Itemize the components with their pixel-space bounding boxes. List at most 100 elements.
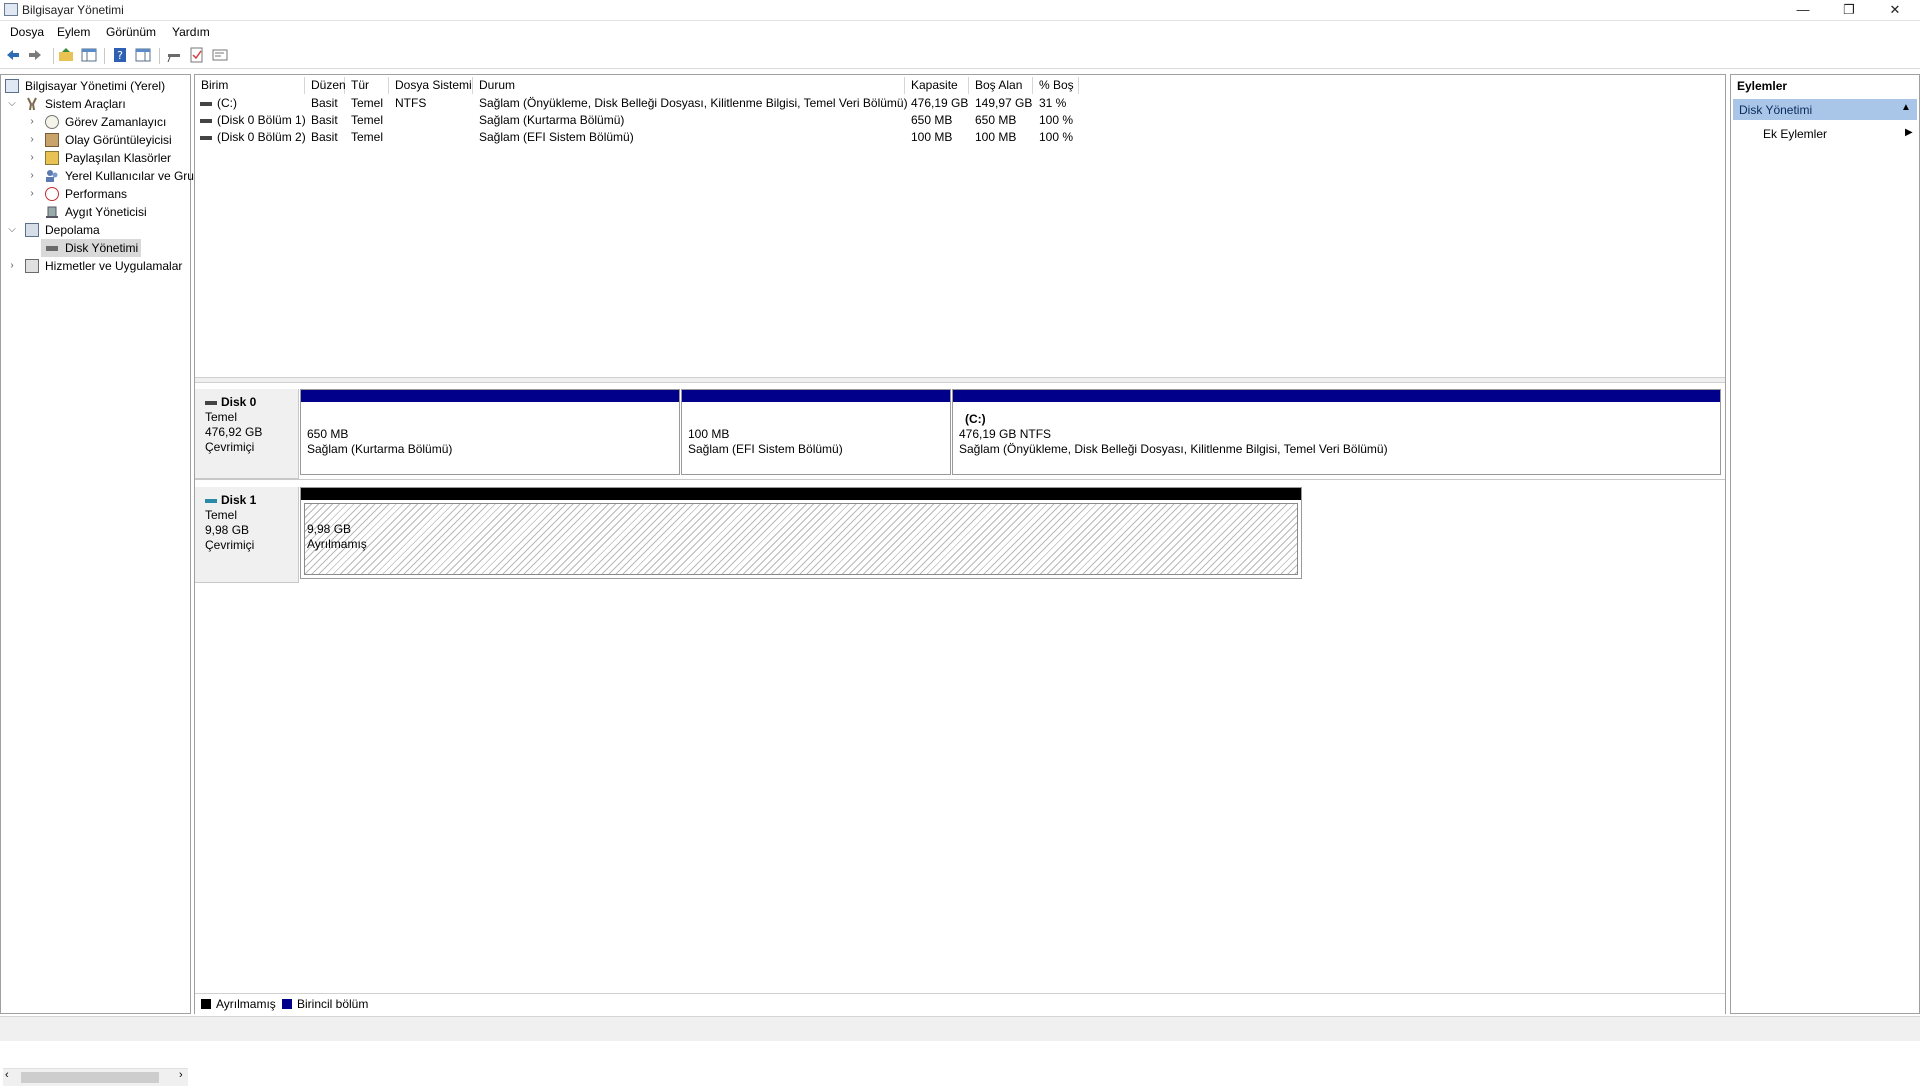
shared-folder-icon [45, 151, 59, 165]
column-header-layout[interactable]: Düzen [305, 77, 346, 94]
cell-status: Sağlam (Önyükleme, Disk Belleği Dosyası,… [479, 96, 908, 110]
tree-label: Olay Görüntüleyicisi [65, 133, 172, 147]
chevron-right-icon[interactable]: › [27, 185, 37, 203]
volume-icon [200, 129, 216, 146]
disk-state: Çevrimiçi [205, 538, 255, 552]
actions-section-disk-management[interactable]: Disk Yönetimi ▲ [1733, 99, 1917, 120]
cell-capacity: 100 MB [911, 130, 953, 144]
connect-icon[interactable] [166, 47, 182, 63]
tree-item-disk-management[interactable]: Disk Yönetimi [41, 239, 141, 257]
chevron-right-icon[interactable]: › [27, 113, 37, 131]
primary-partition-bar [953, 390, 1720, 402]
show-tree-icon[interactable] [81, 47, 97, 63]
column-header-free[interactable]: Boş Alan [969, 77, 1033, 94]
cell-free: 100 MB [975, 130, 1017, 144]
menu-eylem[interactable]: Eylem [57, 25, 90, 39]
console-icon[interactable] [212, 47, 228, 63]
cell-percent-free: 31 % [1039, 96, 1067, 110]
volume-icon [200, 95, 216, 112]
minimize-button[interactable]: — [1780, 0, 1826, 20]
cell-layout: Basit [311, 113, 338, 127]
column-header-volume[interactable]: Birim [195, 77, 305, 94]
table-row[interactable]: (Disk 0 Bölüm 1) Basit Temel Sağlam (Kur… [195, 112, 1195, 129]
partition-size: 9,98 GB [307, 522, 352, 536]
tree-label: Depolama [45, 223, 100, 237]
disk-name: Disk 1 [221, 493, 257, 507]
partition-c[interactable]: (C:) 476,19 GB NTFS Sağlam (Önyükleme, D… [952, 389, 1721, 475]
partition-efi[interactable]: 100 MB Sağlam (EFI Sistem Bölümü) [681, 389, 951, 475]
svg-text:?: ? [117, 49, 123, 62]
tree-horizontal-scrollbar[interactable]: ‹ › [3, 1068, 188, 1086]
tree-label: Aygıt Yöneticisi [65, 205, 147, 219]
back-arrow-icon[interactable] [5, 47, 21, 63]
title-bar: Bilgisayar Yönetimi — ❐ ✕ [0, 0, 1920, 21]
partition-status: Sağlam (EFI Sistem Bölümü) [688, 442, 843, 456]
partition-size: 100 MB [688, 427, 730, 441]
tree-label: Paylaşılan Klasörler [65, 151, 172, 165]
menu-yardim[interactable]: Yardım [172, 25, 210, 39]
cell-status: Sağlam (EFI Sistem Bölümü) [479, 130, 634, 144]
scrollbar-thumb[interactable] [21, 1072, 159, 1083]
performance-icon [45, 187, 59, 201]
partition-recovery[interactable]: 650 MB Sağlam (Kurtarma Bölümü) [300, 389, 680, 475]
computer-management-icon [5, 79, 19, 93]
submenu-arrow-icon[interactable]: ▶ [1905, 127, 1913, 138]
legend-unallocated-label: Ayrılmamış [216, 997, 276, 1011]
event-log-icon [45, 133, 59, 147]
column-header-type[interactable]: Tür [345, 77, 389, 94]
table-row[interactable]: (Disk 0 Bölüm 2) Basit Temel Sağlam (EFI… [195, 129, 1195, 146]
users-icon [45, 169, 59, 183]
cell-volume: (C:) [217, 96, 237, 110]
chevron-down-icon[interactable]: ⌵ [7, 221, 17, 239]
tree-label: Sistem Araçları [45, 97, 126, 111]
help-icon[interactable]: ? [112, 47, 128, 63]
legend-primary-swatch [282, 999, 292, 1009]
chevron-down-icon[interactable]: ⌵ [7, 95, 17, 113]
partition-unallocated[interactable]: 9,98 GB Ayrılmamış [300, 487, 1302, 579]
scroll-right-icon[interactable]: › [179, 1069, 183, 1081]
pane-splitter[interactable] [195, 377, 1725, 383]
table-row[interactable]: (C:) Basit Temel NTFS Sağlam (Önyükleme,… [195, 95, 1195, 112]
disk-kind: Temel [205, 508, 238, 522]
tree-label: Hizmetler ve Uygulamalar [45, 259, 183, 273]
disk-row-disk0: Disk 0 Temel 476,92 GB Çevrimiçi 650 MB … [195, 389, 1725, 480]
disk-icon [205, 498, 217, 503]
chevron-right-icon[interactable]: › [27, 149, 37, 167]
menu-dosya[interactable]: Dosya [10, 25, 44, 39]
cell-filesystem: NTFS [395, 96, 427, 110]
properties-pane-icon[interactable] [135, 47, 151, 63]
window-title: Bilgisayar Yönetimi [22, 3, 124, 17]
scroll-left-icon[interactable]: ‹ [5, 1069, 9, 1081]
cell-percent-free: 100 % [1039, 130, 1074, 144]
column-header-filesystem[interactable]: Dosya Sistemi [389, 77, 473, 94]
collapse-up-icon[interactable]: ▲ [1901, 102, 1911, 113]
chevron-right-icon[interactable]: › [27, 131, 37, 149]
disk-label-disk0[interactable]: Disk 0 Temel 476,92 GB Çevrimiçi [195, 389, 299, 479]
primary-partition-bar [682, 390, 950, 402]
disk-state: Çevrimiçi [205, 440, 255, 454]
menu-gorunum[interactable]: Görünüm [106, 25, 156, 39]
legend-primary-label: Birincil bölüm [297, 997, 369, 1011]
disk-label-disk1[interactable]: Disk 1 Temel 9,98 GB Çevrimiçi [195, 487, 299, 583]
column-header-capacity[interactable]: Kapasite [905, 77, 969, 94]
partition-status: Sağlam (Önyükleme, Disk Belleği Dosyası,… [959, 442, 1388, 456]
cell-type: Temel [351, 130, 384, 144]
restore-button[interactable]: ❐ [1826, 0, 1872, 20]
tools-icon [25, 97, 39, 111]
volume-icon [200, 112, 216, 129]
column-header-status[interactable]: Durum [473, 77, 905, 94]
cell-capacity: 476,19 GB [911, 96, 969, 110]
cell-volume: (Disk 0 Bölüm 1) [217, 113, 306, 127]
disk-row-disk1: Disk 1 Temel 9,98 GB Çevrimiçi 9,98 GB A… [195, 487, 1305, 583]
disk-kind: Temel [205, 410, 238, 424]
chevron-right-icon[interactable]: › [27, 167, 37, 185]
up-folder-icon[interactable] [58, 47, 74, 63]
checklist-icon[interactable] [189, 47, 205, 63]
forward-arrow-icon[interactable] [27, 47, 43, 63]
chevron-right-icon[interactable]: › [7, 257, 17, 275]
cell-capacity: 650 MB [911, 113, 953, 127]
disk-name: Disk 0 [221, 395, 257, 409]
close-button[interactable]: ✕ [1872, 0, 1918, 20]
action-more-actions[interactable]: Ek Eylemler [1763, 127, 1827, 141]
column-header-percent-free[interactable]: % Boş [1033, 77, 1079, 94]
